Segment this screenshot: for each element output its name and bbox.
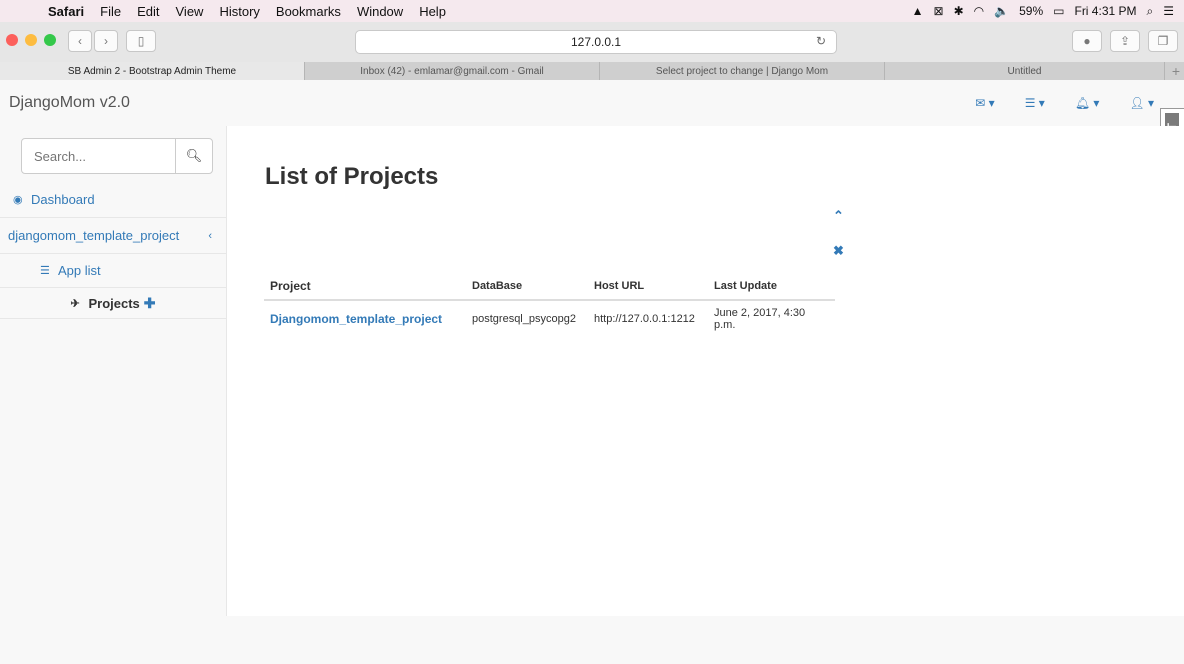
menu-file[interactable]: File (100, 4, 121, 19)
cell-database: postgresql_psycopg2 (472, 313, 576, 325)
cell-host-url: http://127.0.0.1:1212 (594, 313, 695, 325)
notification-center-icon[interactable]: ☰ (1163, 4, 1174, 18)
sidebar-item-project[interactable]: djangomom_template_project ‹ (0, 218, 226, 254)
tab-django-mom[interactable]: Select project to change | Django Mom (600, 62, 885, 80)
user-dropdown-icon[interactable]: 👤︎ ▾ (1129, 96, 1154, 110)
table-header-row: Project DataBase Host URL Last Update (264, 273, 835, 301)
clock[interactable]: Fri 4:31 PM (1074, 4, 1136, 18)
col-database: DataBase (466, 273, 588, 301)
menu-help[interactable]: Help (419, 4, 446, 19)
menu-window[interactable]: Window (357, 4, 403, 19)
col-last-update: Last Update (708, 273, 835, 301)
collapse-icon[interactable]: ⌃ (833, 208, 844, 224)
sidebar-item-label: Projects (88, 295, 140, 311)
close-panel-icon[interactable]: ✖ (833, 243, 844, 259)
wifi-icon[interactable]: ◠ (974, 4, 984, 18)
close-app-icon[interactable]: ⊠ (934, 4, 944, 18)
main-content: List of Projects ⌃ ✖ Project DataBase Ho… (227, 126, 1184, 616)
app-navbar: DjangoMom v2.0 ✉ ▾ ☰ ▾ 🔔︎ ▾ 👤︎ ▾ (0, 80, 1184, 127)
menu-view[interactable]: View (176, 4, 204, 19)
sidebar-item-app-list[interactable]: ☰ App list (0, 254, 226, 288)
cell-last-update: June 2, 2017, 4:30 p.m. (714, 307, 806, 331)
tasks-dropdown-icon[interactable]: ☰ ▾ (1025, 96, 1045, 110)
battery-percent: 59% (1019, 4, 1044, 18)
share-button[interactable]: ⇪ (1110, 30, 1140, 52)
menu-edit[interactable]: Edit (137, 4, 159, 19)
project-link[interactable]: Djangomom_template_project (270, 312, 442, 326)
url-text: 127.0.0.1 (570, 35, 622, 49)
sidebar-toggle-button[interactable]: ▯ (126, 30, 156, 52)
tab-gmail[interactable]: Inbox (42) - emlamar@gmail.com - Gmail (305, 62, 600, 80)
alerts-dropdown-icon[interactable]: 🔔︎ ▾ (1075, 96, 1100, 110)
zoom-window-button[interactable] (44, 34, 56, 46)
battery-icon[interactable]: ▭ (1053, 4, 1064, 18)
back-button[interactable]: ‹ (68, 30, 92, 52)
search-input[interactable] (32, 147, 186, 165)
chevron-left-icon[interactable]: ‹ (208, 230, 212, 242)
add-project-icon[interactable]: ✚ (144, 295, 156, 312)
page-footer (0, 616, 1184, 664)
tab-label: SB Admin 2 - Bootstrap Admin Theme (67, 65, 237, 77)
list-icon: ☰ (40, 265, 50, 277)
downloads-button[interactable]: ● (1072, 30, 1102, 52)
tab-untitled[interactable]: Untitled (885, 62, 1165, 80)
sidebar-item-dashboard[interactable]: ◉ Dashboard (0, 182, 226, 218)
rocket-icon: ✈︎ (70, 297, 80, 310)
table-row: Djangomom_template_project postgresql_ps… (264, 300, 835, 337)
address-bar[interactable]: 127.0.0.1 ↻ (355, 30, 837, 54)
menu-history[interactable]: History (219, 4, 259, 19)
reload-icon[interactable]: ↻ (816, 34, 826, 48)
col-host-url: Host URL (588, 273, 708, 301)
dashboard-icon: ◉ (13, 194, 23, 206)
search-icon[interactable]: 🔍︎ (175, 139, 212, 173)
projects-table: Project DataBase Host URL Last Update Dj… (264, 273, 835, 337)
browser-toolbar: ‹ › ▯ 127.0.0.1 ↻ ● ⇪ ❐ (0, 22, 1184, 63)
sidebar-item-label: djangomom_template_project (8, 228, 180, 243)
tabs-overview-button[interactable]: ❐ (1148, 30, 1178, 52)
menu-bookmarks[interactable]: Bookmarks (276, 4, 341, 19)
menu-safari[interactable]: Safari (48, 4, 84, 19)
close-window-button[interactable] (6, 34, 18, 46)
window-controls (6, 34, 56, 46)
sidebar-item-label: App list (58, 263, 101, 278)
col-project: Project (264, 273, 466, 301)
sidebar-item-label: Dashboard (31, 192, 95, 207)
tab-sb-admin[interactable]: SB Admin 2 - Bootstrap Admin Theme (0, 62, 305, 80)
bluetooth-icon[interactable]: ✱ (954, 4, 964, 18)
messages-dropdown-icon[interactable]: ✉ ▾ (975, 96, 994, 110)
page-title: List of Projects (265, 163, 439, 190)
spotlight-icon[interactable]: ⌕ (1147, 4, 1154, 19)
cell-project: Djangomom_template_project (264, 300, 466, 337)
sidebar: 🔍︎ ◉ Dashboard djangomom_template_projec… (0, 126, 227, 616)
brand-title[interactable]: DjangoMom v2.0 (9, 94, 130, 112)
volume-icon[interactable]: 🔈 (994, 4, 1009, 18)
menu-bar: Safari File Edit View History Bookmarks … (0, 0, 1184, 22)
new-tab-button[interactable]: + (1165, 62, 1184, 80)
tab-label: Inbox (42) - emlamar@gmail.com - Gmail (360, 65, 544, 77)
sidebar-item-projects[interactable]: ✈︎ Projects ✚ (0, 288, 226, 319)
drive-icon[interactable]: ▲ (912, 4, 924, 18)
tab-label: Select project to change | Django Mom (655, 65, 829, 77)
minimize-window-button[interactable] (25, 34, 37, 46)
forward-button[interactable]: › (94, 30, 118, 52)
tab-bar: SB Admin 2 - Bootstrap Admin Theme Inbox… (0, 62, 1184, 81)
tab-label: Untitled (1007, 65, 1042, 77)
sidebar-search: 🔍︎ (21, 138, 213, 174)
status-area: ▲ ⊠ ✱ ◠ 🔈 59% ▭ Fri 4:31 PM ⌕ ☰ (912, 0, 1174, 22)
